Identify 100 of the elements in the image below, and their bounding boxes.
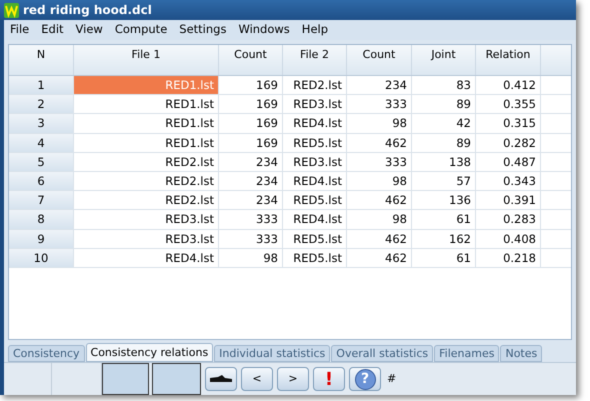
table-cell: 0.282 <box>476 134 541 152</box>
column-header[interactable]: File 1 <box>74 45 219 75</box>
table-cell: 0.391 <box>476 191 541 210</box>
tab[interactable]: Notes <box>500 345 542 362</box>
hand-button[interactable] <box>205 367 237 391</box>
nav-button[interactable]: > <box>277 367 309 391</box>
row-header: 1 <box>9 76 74 94</box>
table-cell: 234 <box>347 76 412 94</box>
table-cell: RED3.lst <box>283 95 347 114</box>
table-cell: 333 <box>219 210 283 228</box>
table-cell: 162 <box>412 230 476 248</box>
table-cell: RED2.lst <box>74 191 219 210</box>
menu-item[interactable]: View <box>70 21 109 39</box>
table-cell: 333 <box>347 95 412 114</box>
table-cell: 83 <box>412 76 476 94</box>
table-cell: 0.408 <box>476 230 541 248</box>
table-cell: 462 <box>347 230 412 248</box>
menu-item[interactable]: File <box>4 21 36 39</box>
table-cell: RED1.lst <box>74 134 219 152</box>
table-cell: 0.343 <box>476 172 541 190</box>
status-panel <box>102 363 149 395</box>
row-header: 9 <box>9 230 74 248</box>
table-cell: 98 <box>347 210 412 228</box>
row-header: 4 <box>9 134 74 152</box>
table-cell: RED5.lst <box>283 134 347 152</box>
tab[interactable]: Individual statistics <box>214 345 330 362</box>
app-icon <box>4 2 19 18</box>
table-cell: 98 <box>347 114 412 133</box>
row-header: 10 <box>9 248 74 267</box>
table-cell: 169 <box>219 114 283 133</box>
table-cell: 462 <box>347 248 412 267</box>
table-cell: RED1.lst <box>74 76 219 94</box>
row-header: 5 <box>9 152 74 171</box>
table-cell: 0.487 <box>476 152 541 171</box>
window-title: red riding hood.dcl <box>23 2 152 19</box>
row-header: 7 <box>9 191 74 210</box>
table-cell: RED2.lst <box>74 172 219 190</box>
table-cell: RED5.lst <box>283 230 347 248</box>
table-cell: 0.315 <box>476 114 541 133</box>
column-header[interactable]: Relation <box>476 45 541 75</box>
table-cell: RED5.lst <box>283 248 347 267</box>
column-header[interactable]: Count <box>347 45 412 75</box>
table-cell: 61 <box>412 248 476 267</box>
table-cell: RED1.lst <box>74 95 219 114</box>
table-cell: RED2.lst <box>74 152 219 171</box>
status-text: # <box>387 370 396 387</box>
table-cell: 57 <box>412 172 476 190</box>
table-cell: RED3.lst <box>74 210 219 228</box>
nav-button[interactable]: < <box>241 367 273 391</box>
table-cell: RED4.lst <box>283 172 347 190</box>
table-cell: 61 <box>412 210 476 228</box>
column-header[interactable]: N <box>9 45 74 75</box>
table-cell: 462 <box>347 191 412 210</box>
menu-item[interactable]: Edit <box>35 21 70 39</box>
hand-icon <box>210 375 232 383</box>
table-cell: RED2.lst <box>283 76 347 94</box>
table-cell: 169 <box>219 134 283 152</box>
table-cell: RED1.lst <box>74 114 219 133</box>
column-header[interactable]: Count <box>219 45 283 75</box>
table-cell: 42 <box>412 114 476 133</box>
table-cell: RED4.lst <box>283 114 347 133</box>
table-cell: 89 <box>412 95 476 114</box>
menu-item[interactable]: Help <box>296 21 334 39</box>
table-cell: 234 <box>219 172 283 190</box>
tab[interactable]: Consistency <box>8 345 85 362</box>
table-cell: RED3.lst <box>283 152 347 171</box>
table-cell: 169 <box>219 95 283 114</box>
row-header: 3 <box>9 114 74 133</box>
table-cell: 0.412 <box>476 76 541 94</box>
table-cell: 333 <box>347 152 412 171</box>
table-cell: 98 <box>347 172 412 190</box>
table-cell: 89 <box>412 134 476 152</box>
row-header: 2 <box>9 95 74 114</box>
column-header[interactable]: File 2 <box>283 45 347 75</box>
tab[interactable]: Overall statistics <box>331 345 434 362</box>
table-cell: 0.355 <box>476 95 541 114</box>
menu-item[interactable]: Windows <box>232 21 296 39</box>
table-cell: RED4.lst <box>74 248 219 267</box>
table-cell: RED5.lst <box>283 191 347 210</box>
alert-button[interactable]: ! <box>313 367 345 391</box>
row-header: 8 <box>9 210 74 228</box>
menu-item[interactable]: Settings <box>173 21 232 39</box>
status-panel <box>152 363 201 395</box>
table-cell: 169 <box>219 76 283 94</box>
tab[interactable]: Filenames <box>434 345 500 362</box>
table-cell: 234 <box>219 191 283 210</box>
table-cell: 98 <box>219 248 283 267</box>
column-header[interactable]: Joint <box>412 45 476 75</box>
table-cell: 234 <box>219 152 283 171</box>
row-header: 6 <box>9 172 74 190</box>
tab[interactable]: Consistency relations <box>86 343 214 362</box>
menu-item[interactable]: Compute <box>108 21 174 39</box>
table-cell: 462 <box>347 134 412 152</box>
table-cell: RED3.lst <box>74 230 219 248</box>
table-cell: 136 <box>412 191 476 210</box>
table-cell: 138 <box>412 152 476 171</box>
table-cell: 333 <box>219 230 283 248</box>
table-cell: 0.283 <box>476 210 541 228</box>
table-cell: RED4.lst <box>283 210 347 228</box>
table-cell: 0.218 <box>476 248 541 267</box>
